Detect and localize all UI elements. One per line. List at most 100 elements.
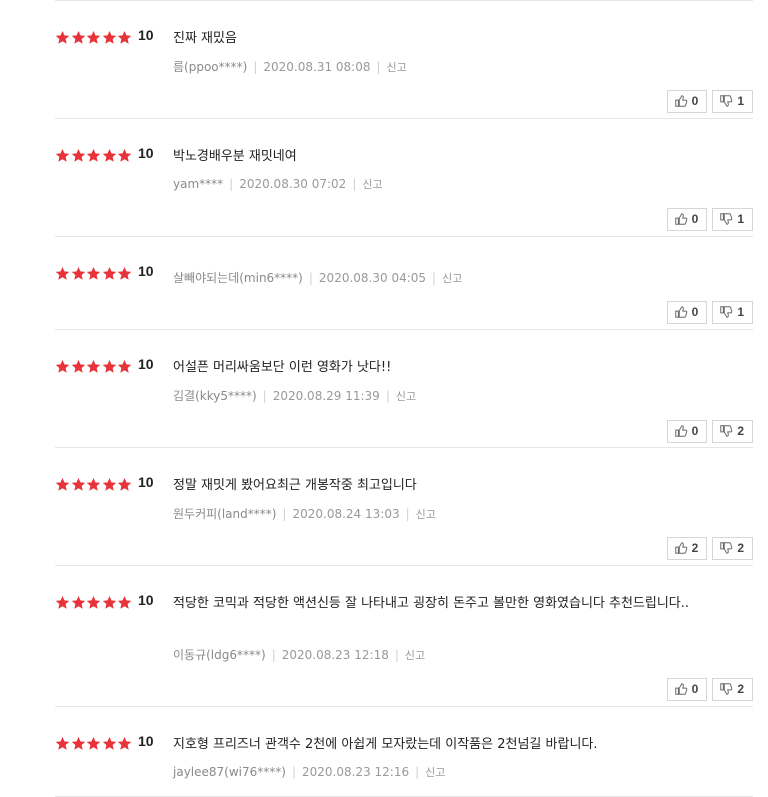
star-icon (86, 30, 101, 44)
like-button[interactable]: 0 (666, 420, 708, 443)
star-rating (55, 595, 133, 611)
rating-score: 10 (138, 356, 154, 372)
star-rating (55, 148, 133, 164)
star-icon (86, 148, 101, 162)
like-count: 0 (691, 94, 699, 108)
like-button[interactable]: 0 (666, 678, 708, 701)
report-link[interactable]: 신고 (442, 272, 462, 285)
meta-divider: | (253, 60, 258, 74)
review-text: 지호형 프리즈너 관객수 2천에 아쉽게 모자랐는데 이작품은 2천넘길 바랍니… (173, 737, 598, 752)
vote-buttons: 01 (662, 301, 753, 324)
star-icon (117, 477, 132, 491)
star-icon (102, 30, 116, 44)
thumbs-up-icon (674, 212, 692, 226)
vote-buttons: 02 (662, 678, 753, 701)
meta-divider: | (376, 60, 381, 74)
dislike-count: 2 (737, 541, 744, 555)
star-rating (55, 359, 133, 375)
star-icon (55, 30, 70, 44)
like-count: 2 (691, 541, 699, 555)
meta-divider: | (385, 389, 390, 403)
review-author: 이동규(ldg6****) (173, 648, 266, 662)
star-icon (55, 595, 70, 609)
review-item: 10 정말 재밋게 봤어요최근 개봉작중 최고입니다 원두커피(land****) |… (55, 474, 753, 566)
dislike-count: 2 (737, 424, 744, 438)
rating-score: 10 (138, 592, 154, 608)
thumbs-down-icon (719, 424, 737, 438)
review-item: 10 적당한 코믹과 적당한 액션신등 잘 나타내고 굉장히 돈주고 볼만한 영화… (55, 592, 753, 707)
meta-divider: | (405, 507, 410, 521)
dislike-button[interactable]: 2 (712, 420, 753, 443)
review-meta: 이동규(ldg6****) | 2020.08.23 12:18 | 신고 (173, 646, 425, 663)
review-date: 2020.08.23 12:16 (302, 765, 410, 779)
review-text: 정말 재밋게 봤어요최근 개봉작중 최고입니다 (173, 478, 417, 493)
star-icon (86, 266, 101, 280)
dislike-button[interactable]: 2 (712, 537, 753, 560)
report-link[interactable]: 신고 (405, 649, 425, 662)
review-author: 름(ppoo****) (173, 60, 248, 74)
like-button[interactable]: 0 (666, 301, 708, 324)
review-text: 박노경배우분 재밋네여 (173, 149, 297, 164)
review-date: 2020.08.29 11:39 (272, 389, 380, 403)
thumbs-down-icon (719, 541, 737, 555)
star-icon (102, 148, 116, 162)
review-date: 2020.08.31 08:08 (263, 60, 371, 74)
thumbs-up-icon (674, 541, 692, 555)
review-text: 어설픈 머리싸움보단 이런 영화가 낫다!! (173, 360, 392, 375)
review-meta: yam**** | 2020.08.30 07:02 | 신고 (173, 176, 383, 192)
vote-buttons: 01 (662, 90, 753, 113)
review-author: 살빼야되는데(min6****) (173, 271, 303, 285)
dislike-button[interactable]: 1 (712, 301, 753, 324)
review-date: 2020.08.23 12:18 (281, 648, 389, 662)
thumbs-down-icon (719, 94, 737, 108)
star-icon (71, 595, 85, 609)
review-meta: jaylee87(wi76****) | 2020.08.23 12:16 | 신고 (173, 764, 445, 780)
star-icon (86, 595, 101, 609)
thumbs-up-icon (674, 305, 692, 319)
like-button[interactable]: 2 (666, 537, 708, 560)
star-icon (71, 736, 85, 750)
review-author: yam**** (173, 177, 224, 191)
list-top-divider (55, 0, 753, 1)
rating-score: 10 (138, 27, 154, 43)
rating-score: 10 (138, 145, 154, 161)
star-icon (55, 359, 70, 373)
star-rating (55, 30, 133, 46)
star-icon (71, 477, 85, 491)
review-item: 10 지호형 프리즈너 관객수 2천에 아쉽게 모자랐는데 이작품은 2천넘길 바… (55, 733, 753, 797)
thumbs-down-icon (719, 305, 737, 319)
review-date: 2020.08.30 04:05 (318, 271, 427, 285)
report-link[interactable]: 신고 (396, 390, 416, 403)
like-button[interactable]: 0 (666, 208, 708, 231)
meta-divider: | (282, 507, 287, 521)
star-rating (55, 477, 133, 493)
star-icon (86, 359, 101, 373)
star-icon (117, 148, 132, 162)
report-link[interactable]: 신고 (362, 178, 382, 191)
report-link[interactable]: 신고 (425, 766, 445, 779)
star-icon (117, 595, 132, 609)
vote-buttons: 02 (662, 420, 753, 443)
dislike-count: 1 (737, 212, 744, 226)
star-icon (55, 736, 70, 750)
dislike-button[interactable]: 1 (712, 208, 753, 231)
star-rating (55, 736, 133, 752)
meta-divider: | (432, 271, 437, 285)
report-link[interactable]: 신고 (416, 508, 436, 521)
meta-divider: | (415, 765, 420, 779)
star-rating (55, 266, 133, 282)
star-icon (117, 30, 132, 44)
report-link[interactable]: 신고 (387, 61, 407, 74)
dislike-button[interactable]: 1 (712, 90, 753, 113)
like-button[interactable]: 0 (666, 90, 708, 113)
like-count: 0 (691, 682, 699, 696)
thumbs-up-icon (674, 682, 692, 696)
dislike-count: 2 (737, 682, 744, 696)
review-item: 10 박노경배우분 재밋네여 yam**** | 2020.08.30 07:02 | 신고… (55, 145, 753, 237)
star-icon (55, 266, 70, 280)
dislike-button[interactable]: 2 (712, 678, 753, 701)
review-author: 김결(kky5****) (173, 389, 257, 403)
review-meta: 살빼야되는데(min6****) | 2020.08.30 04:05 | 신고 (173, 269, 462, 286)
review-text: 적당한 코믹과 적당한 액션신등 잘 나타내고 굉장히 돈주고 볼만한 영화였습… (173, 596, 690, 611)
star-icon (71, 266, 85, 280)
